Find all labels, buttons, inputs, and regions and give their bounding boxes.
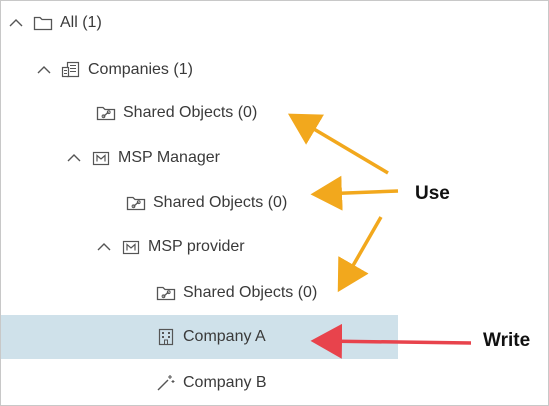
write-callout: Write	[483, 330, 531, 351]
write-arrow	[310, 323, 472, 359]
use-arrow	[287, 113, 389, 175]
tree-panel: All (1) Companies (1) Shared Objects (0)…	[0, 0, 549, 406]
use-callout: Use	[415, 183, 450, 204]
use-arrow	[310, 175, 399, 211]
annotation-arrows	[287, 113, 472, 359]
use-arrow	[337, 216, 383, 293]
